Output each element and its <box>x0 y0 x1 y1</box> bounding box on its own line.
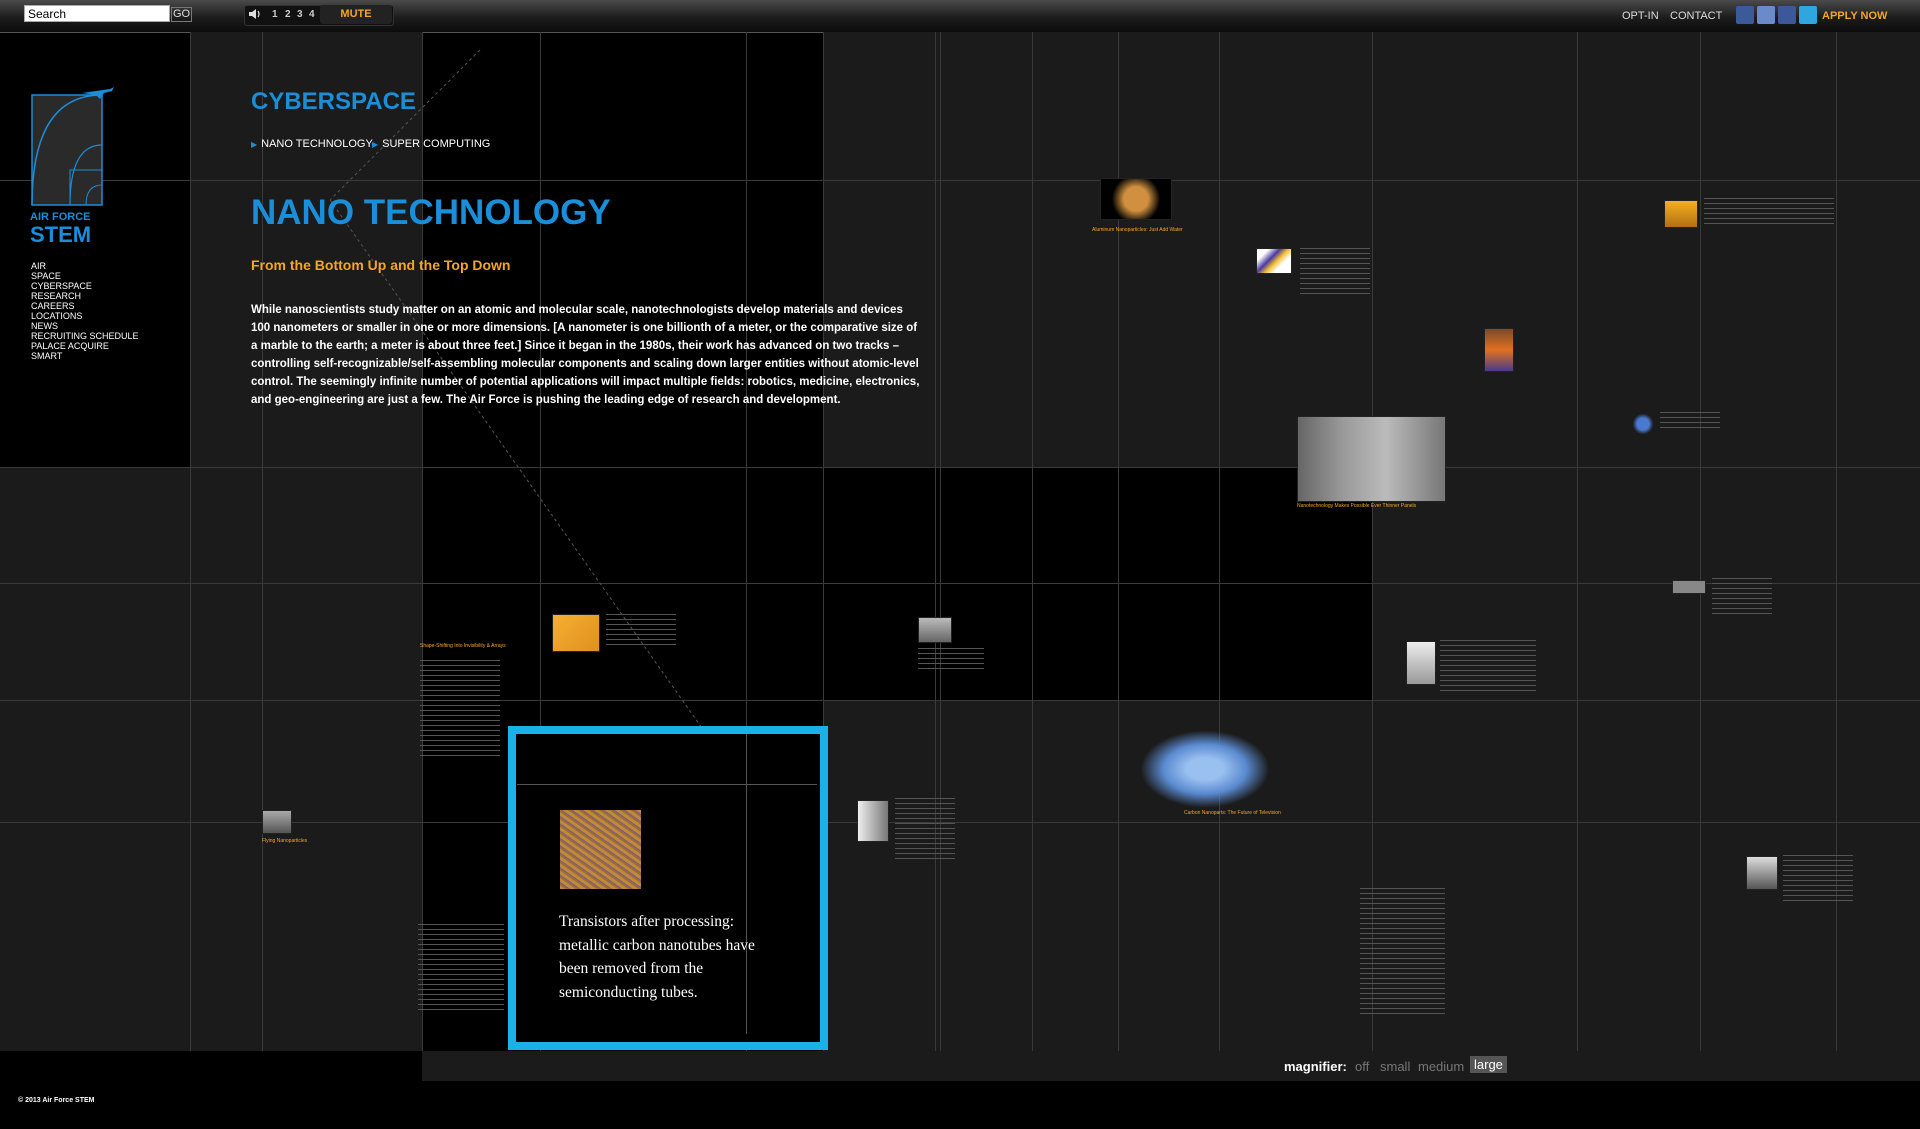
magnifier-option-medium[interactable]: medium <box>1418 1059 1464 1074</box>
body-text: While nanoscientists study matter on an … <box>251 304 920 406</box>
thumbnail-image[interactable] <box>1746 856 1778 890</box>
track-4-button[interactable]: 4 <box>309 9 315 20</box>
text-block <box>1783 855 1853 903</box>
nav-item-palace-acquire[interactable]: PALACE ACQUIRE <box>31 341 109 351</box>
twitter-icon[interactable] <box>1799 6 1817 24</box>
nav-item-smart[interactable]: SMART <box>31 351 62 361</box>
text-block <box>918 648 984 672</box>
triangle-icon: ▶ <box>251 140 258 149</box>
thumbnail-image[interactable] <box>1633 413 1653 435</box>
caption: Flying Nanoparticles <box>262 838 308 844</box>
text-block <box>420 660 500 756</box>
track-3-button[interactable]: 3 <box>297 9 303 20</box>
nav-item-news[interactable]: NEWS <box>31 321 58 331</box>
logo-line2: STEM <box>30 222 91 245</box>
nav-item-air[interactable]: AIR <box>31 261 46 271</box>
magnifier-label: magnifier: <box>1284 1059 1347 1074</box>
nav-item-research[interactable]: RESEARCH <box>31 291 81 301</box>
opt-in-link[interactable]: OPT-IN <box>1622 10 1659 22</box>
grid-line <box>940 32 941 1052</box>
thumbnail-image[interactable] <box>857 800 889 842</box>
track-1-button[interactable]: 1 <box>272 9 278 20</box>
footer-bar <box>422 1051 1920 1081</box>
grid-line <box>0 583 1920 584</box>
grid-line <box>0 700 1920 701</box>
tagline: From the Bottom Up and the Top Down <box>251 257 511 273</box>
myspace-icon[interactable] <box>1757 6 1775 24</box>
track-2-button[interactable]: 2 <box>285 9 291 20</box>
caption: Aluminum Nanoparticles: Just Add Water <box>1092 227 1183 233</box>
email-icon[interactable] <box>1736 6 1754 24</box>
subnav-label: NANO TECHNOLOGY <box>261 138 373 150</box>
nav-item-careers[interactable]: CAREERS <box>31 301 75 311</box>
contact-link[interactable]: CONTACT <box>1670 10 1722 22</box>
caption: Carbon Nanoparts: The Future of Televisi… <box>1184 810 1281 816</box>
transistor-image <box>560 810 641 889</box>
caption: Shape-Shifting Into Invisibility & Array… <box>420 643 506 649</box>
search-input[interactable] <box>24 5 170 22</box>
grid-line <box>190 32 191 1052</box>
nanoparticle-image[interactable] <box>1140 730 1270 808</box>
text-block <box>1660 412 1720 432</box>
photo-image[interactable] <box>1297 416 1446 502</box>
thumbnail-image[interactable] <box>552 614 600 652</box>
subnav-super-computing[interactable]: ▶ SUPER COMPUTING <box>372 138 490 150</box>
grid-panel <box>823 700 1372 1051</box>
subnav-nano-technology[interactable]: ▶ NANO TECHNOLOGY <box>251 138 373 150</box>
text-block <box>1300 248 1370 294</box>
grid-line <box>0 180 1920 181</box>
text-block <box>1360 888 1445 1014</box>
text-block <box>1440 640 1536 692</box>
magnifier-option-off[interactable]: off <box>1355 1059 1369 1074</box>
facebook-icon[interactable] <box>1778 6 1796 24</box>
apply-now-link[interactable]: APPLY NOW <box>1822 10 1887 22</box>
caption: Nanotechnology Makes Possible Ever Thinn… <box>1297 503 1417 509</box>
text-block <box>606 614 676 648</box>
text-block <box>1712 578 1772 618</box>
grid-line <box>262 32 263 1052</box>
grid-line <box>0 467 1920 468</box>
thumbnail-image[interactable] <box>1406 641 1436 685</box>
thumbnail-image[interactable] <box>1664 200 1698 228</box>
mute-button[interactable]: MUTE <box>320 5 392 24</box>
text-block <box>418 924 504 1014</box>
nav-item-space[interactable]: SPACE <box>31 271 61 281</box>
grid-line <box>1700 32 1701 1052</box>
copyright: © 2013 Air Force STEM <box>18 1097 95 1104</box>
nav-item-cyberspace[interactable]: CYBERSPACE <box>31 281 92 291</box>
thumbnail-image[interactable] <box>918 617 952 643</box>
magnifier-text: Transistors after processing: metallic c… <box>559 913 755 1001</box>
text-block <box>1704 198 1834 228</box>
magnifier-option-small[interactable]: small <box>1380 1059 1410 1074</box>
grid-line <box>1032 32 1033 1052</box>
subnav-label: SUPER COMPUTING <box>382 138 491 150</box>
section-title: CYBERSPACE <box>251 88 416 115</box>
thumbnail-image[interactable] <box>1100 178 1172 220</box>
thumbnail-image[interactable] <box>262 810 292 834</box>
diagonal-guide <box>330 49 736 776</box>
page-title: NANO TECHNOLOGY <box>251 193 611 232</box>
grid-line <box>935 32 936 1052</box>
nav-item-locations[interactable]: LOCATIONS <box>31 311 82 321</box>
grid-line <box>1577 32 1578 1052</box>
text-block <box>895 798 955 862</box>
magnifier-option-large[interactable]: large <box>1470 1056 1507 1073</box>
triangle-icon: ▶ <box>372 140 379 149</box>
air-force-stem-logo[interactable]: AIR FORCE STEM <box>30 85 114 245</box>
go-button[interactable]: GO <box>171 7 193 22</box>
thumbnail-image[interactable] <box>1256 248 1292 274</box>
speaker-icon[interactable] <box>248 7 262 21</box>
thumbnail-image[interactable] <box>1484 328 1514 372</box>
grid-line <box>1219 32 1220 1052</box>
thumbnail-image[interactable] <box>1672 580 1706 594</box>
nav-item-recruiting-schedule[interactable]: RECRUITING SCHEDULE <box>31 331 139 341</box>
grid-line <box>517 784 817 785</box>
